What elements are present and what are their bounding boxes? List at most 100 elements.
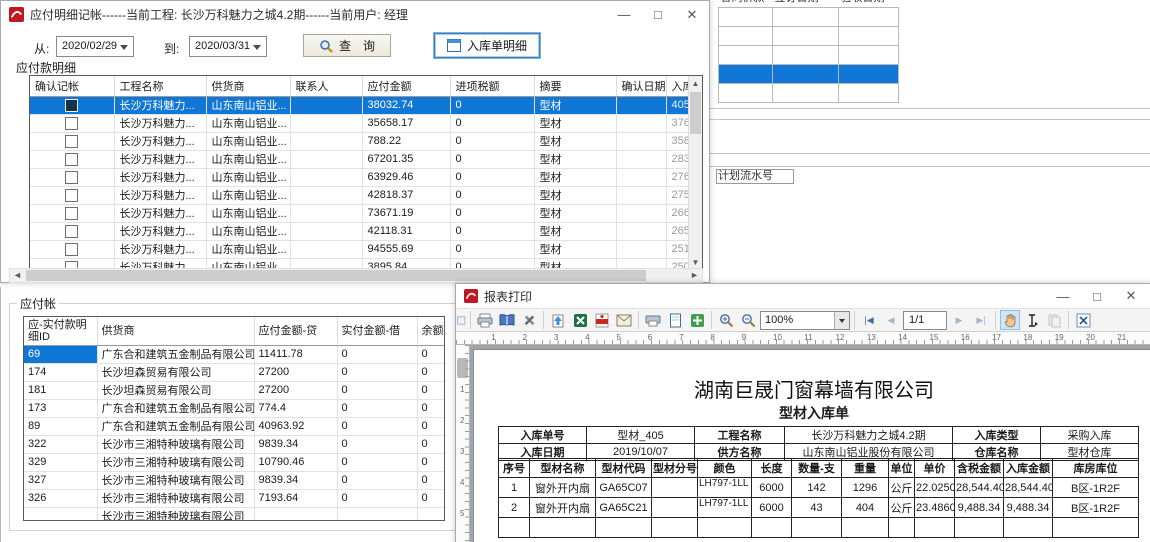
table-row[interactable]: 长沙万科魅力...山东南山铝业...63929.460型材276 (30, 168, 690, 186)
table-row[interactable]: 长沙万科魅力...山东南山铝业...67201.350型材283 (30, 150, 690, 168)
query-button[interactable]: 查 询 (303, 34, 391, 57)
table-row[interactable]: 322长沙市三湘特种玻璃有限公司9839.3400 (24, 435, 445, 453)
table-row[interactable]: 1窗外开内扇GA65C07LH797-1LL60001421296公斤22.02… (499, 478, 1139, 498)
page-number-box[interactable]: 1/1 (903, 311, 947, 330)
titlebar[interactable]: 应付明细记帐------当前工程: 长沙万科魅力之城4.2期------当前用户… (1, 1, 709, 28)
table-row[interactable]: 长沙万科魅力...山东南山铝业...38032.740型材405 (30, 96, 690, 114)
close-button[interactable]: ✕ (1114, 284, 1148, 308)
table-row[interactable]: 长沙万科魅力...山东南山铝业...35658.170型材376 (30, 114, 690, 132)
table-row[interactable]: 长沙万科魅力...山东南山铝业...73671.190型材266 (30, 204, 690, 222)
minimize-button[interactable]: — (607, 1, 641, 28)
table-row[interactable]: 入库单号型材_405工程名称长沙万科魅力之城4.2期入库类型采购入库 (499, 427, 1139, 444)
table-row[interactable]: 326长沙市三湘特种玻璃有限公司7193.6400 (24, 489, 445, 507)
table-row[interactable]: 173广东合和建筑五金制品有限公司774.400 (24, 399, 445, 417)
table-row[interactable]: 长沙万科魅力...山东南山铝业...788.220型材358 (30, 132, 690, 150)
confirm-checkbox[interactable] (65, 135, 78, 148)
table-row[interactable]: 327长沙市三湘特种玻璃有限公司9839.3400 (24, 471, 445, 489)
maximize-button[interactable]: □ (1080, 284, 1114, 308)
close-button[interactable]: ✕ (675, 1, 709, 28)
column-header[interactable]: 余额 (417, 317, 445, 345)
confirm-checkbox[interactable] (65, 171, 78, 184)
report-preview-area[interactable]: 湖南巨晟门窗幕墙有限公司 型材入库单 入库单号型材_405工程名称长沙万科魅力之… (470, 345, 1150, 542)
zoom-out-icon[interactable] (738, 310, 758, 330)
cell-c3 (839, 26, 899, 45)
cell-seq (499, 518, 530, 538)
divider (854, 311, 855, 329)
column-header[interactable]: 供货商 (97, 317, 254, 345)
pan-hand-icon[interactable] (1000, 310, 1020, 330)
confirm-checkbox[interactable] (65, 189, 78, 202)
confirm-checkbox[interactable] (65, 99, 78, 112)
table-row[interactable]: 89广东合和建筑五金制品有限公司40963.9200 (24, 417, 445, 435)
zoom-in-icon[interactable] (716, 310, 736, 330)
table-row[interactable] (719, 7, 899, 26)
scroll-right-arrow[interactable]: ► (687, 269, 702, 282)
confirm-checkbox[interactable] (65, 243, 78, 256)
table-row[interactable]: 181长沙坦森贸易有限公司2720000 (24, 381, 445, 399)
column-header[interactable]: 工程名称 (114, 76, 206, 96)
cell-l3: 入库类型 (953, 427, 1041, 444)
tools-icon[interactable] (519, 310, 539, 330)
scroll-up-arrow[interactable]: ▲ (689, 76, 702, 91)
table-row[interactable]: 174长沙坦森贸易有限公司2720000 (24, 363, 445, 381)
column-header[interactable]: 摘要 (534, 76, 616, 96)
table-row[interactable] (719, 45, 899, 64)
table-row[interactable] (719, 83, 899, 102)
inbound-detail-button[interactable]: 入库单明细 (434, 33, 540, 58)
column-header[interactable]: 确认记帐 (30, 76, 114, 96)
table-row[interactable]: 长沙市三湘特种玻璃有限公司 (24, 507, 445, 521)
table-row[interactable]: 长沙万科魅力...山东南山铝业...42818.370型材275 (30, 186, 690, 204)
column-header[interactable]: 入库 (666, 76, 690, 96)
to-date-combo[interactable]: 2020/03/31 (189, 36, 267, 57)
scroll-thumb[interactable] (26, 270, 646, 281)
vertical-scrollbar[interactable]: ▲ ▼ (688, 76, 702, 269)
column-header[interactable]: 实付金额-借 (337, 317, 417, 345)
minimize-button[interactable]: — (1046, 284, 1080, 308)
scroll-thumb[interactable] (690, 92, 701, 134)
maximize-button[interactable]: □ (641, 1, 675, 28)
ruler-scroll-thumb[interactable] (457, 358, 468, 378)
new-page-icon[interactable] (687, 310, 707, 330)
export-icon[interactable] (548, 310, 568, 330)
scroll-down-arrow[interactable]: ▼ (689, 255, 702, 269)
titlebar[interactable]: 报表打印 — □ ✕ (456, 284, 1150, 308)
pdf-export-icon[interactable] (592, 310, 612, 330)
zoom-select[interactable]: 100% (760, 311, 850, 330)
design-icon[interactable] (457, 310, 466, 330)
table-row[interactable] (499, 518, 1139, 538)
column-header[interactable]: 应-实付款明细ID (24, 317, 97, 345)
excel-export-icon[interactable] (570, 310, 590, 330)
confirm-checkbox[interactable] (65, 225, 78, 238)
table-row[interactable]: 2窗外开内扇GA65C21LH797-1LL600043404公斤23.4860… (499, 498, 1139, 518)
copy-page-icon[interactable] (1044, 310, 1064, 330)
scroll-left-arrow[interactable]: ◄ (10, 269, 25, 282)
page-setup-icon[interactable] (665, 310, 685, 330)
print-icon[interactable] (475, 310, 495, 330)
table-row[interactable] (719, 26, 899, 45)
column-header[interactable]: 联系人 (290, 76, 362, 96)
table-row[interactable]: 长沙万科魅力...山东南山铝业...42118.310型材265 (30, 222, 690, 240)
table-row[interactable] (719, 64, 899, 83)
first-page-icon[interactable]: |◀ (859, 310, 879, 330)
table-row[interactable]: 长沙万科魅力...山东南山铝业...94555.690型材251 (30, 240, 690, 258)
from-date-combo[interactable]: 2020/02/29 (56, 36, 134, 57)
open-book-icon[interactable] (497, 310, 517, 330)
table-row[interactable]: 69广东合和建筑五金制品有限公司11411.7800 (24, 345, 445, 363)
confirm-checkbox[interactable] (65, 153, 78, 166)
column-header[interactable]: 供货商 (206, 76, 290, 96)
column-header[interactable]: 应付金额 (362, 76, 450, 96)
print-setup-icon[interactable] (643, 310, 663, 330)
column-header[interactable]: 应付金额-贷 (254, 317, 337, 345)
column-header[interactable]: 确认日期 (616, 76, 666, 96)
prev-page-icon[interactable]: ◀ (881, 310, 901, 330)
column-header[interactable]: 进项税额 (450, 76, 534, 96)
horizontal-scrollbar[interactable]: ◄ ► (9, 268, 703, 283)
email-icon[interactable] (614, 310, 634, 330)
last-page-icon[interactable]: ▶| (971, 310, 991, 330)
close-preview-icon[interactable] (1073, 310, 1093, 330)
next-page-icon[interactable]: ▶ (949, 310, 969, 330)
table-row[interactable]: 329长沙市三湘特种玻璃有限公司10790.4600 (24, 453, 445, 471)
confirm-checkbox[interactable] (65, 207, 78, 220)
text-select-icon[interactable] (1022, 310, 1042, 330)
confirm-checkbox[interactable] (65, 117, 78, 130)
